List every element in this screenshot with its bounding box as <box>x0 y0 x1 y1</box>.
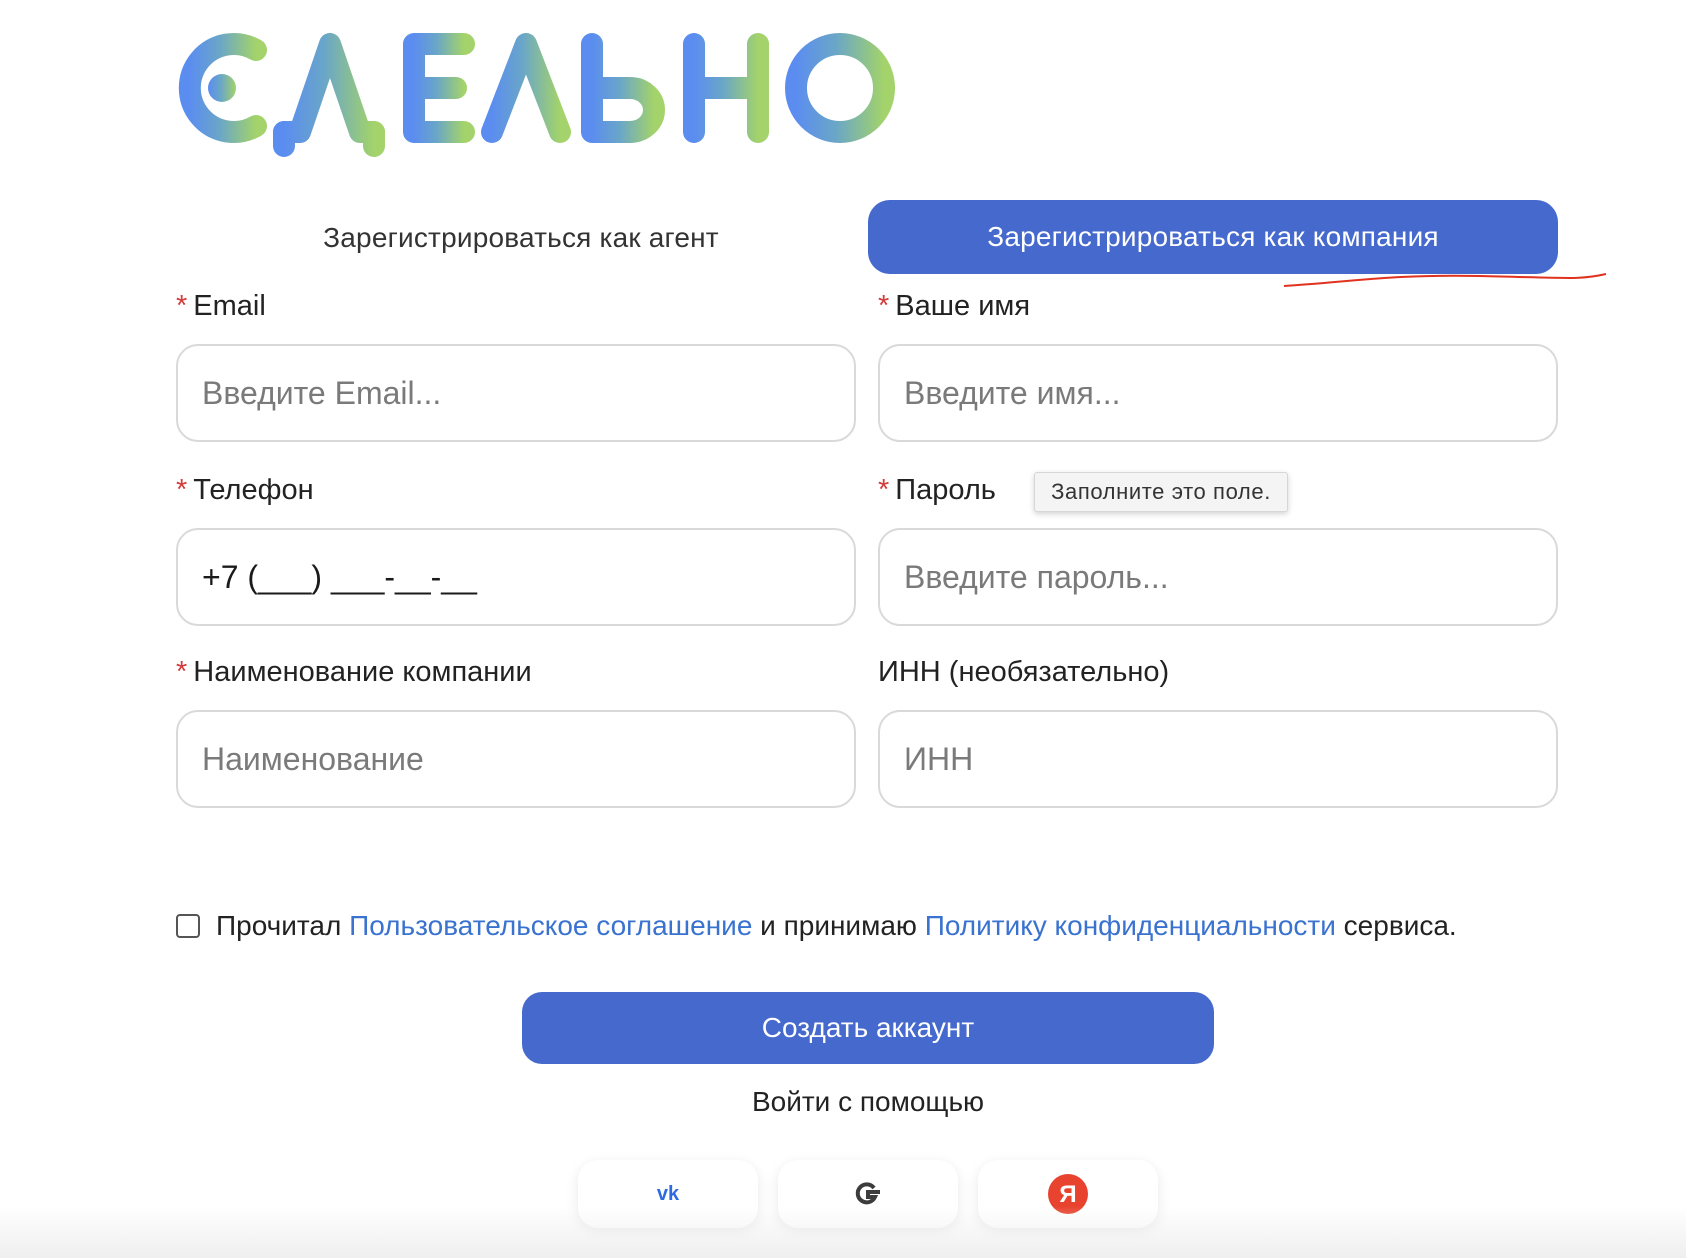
tab-register-agent[interactable]: Зарегистрироваться как агент <box>176 202 866 274</box>
consent-text-before: Прочитал <box>216 910 342 941</box>
inn-label: ИНН (необязательно) <box>878 656 1170 688</box>
user-agreement-link[interactable]: Пользовательское соглашение <box>349 910 752 942</box>
email-field[interactable]: Введите Email... <box>176 344 856 442</box>
name-field[interactable]: Введите имя... <box>878 344 1558 442</box>
consent-checkbox[interactable] <box>176 914 200 938</box>
annotation-underline <box>1283 273 1607 287</box>
password-label: * Пароль <box>878 474 996 506</box>
vk-icon: vk <box>657 1184 680 1204</box>
name-placeholder: Введите имя... <box>904 374 1121 411</box>
phone-value: +7 (___) ___-__-__ <box>202 558 477 595</box>
svg-text:vk: vk <box>657 1184 680 1204</box>
required-mark: * <box>878 474 890 506</box>
tab-register-agent-label: Зарегистрироваться как агент <box>323 222 719 253</box>
validation-tooltip: Заполните это поле. <box>1034 472 1288 512</box>
company-name-field[interactable]: Наименование <box>176 710 856 808</box>
password-field[interactable]: Введите пароль... <box>878 528 1558 626</box>
bottom-fade <box>0 1206 1686 1258</box>
password-placeholder: Введите пароль... <box>904 558 1169 595</box>
consent-text-after: сервиса. <box>1343 910 1457 941</box>
required-mark: * <box>176 656 188 688</box>
phone-label: * Телефон <box>176 474 314 506</box>
required-mark: * <box>176 290 188 322</box>
consent-text-middle: и принимаю <box>760 910 917 941</box>
email-label: * Email <box>176 290 266 322</box>
create-account-button[interactable]: Создать аккаунт <box>522 992 1214 1064</box>
privacy-policy-link[interactable]: Политику конфиденциальности <box>925 910 1336 942</box>
inn-placeholder: ИНН <box>904 740 974 777</box>
required-mark: * <box>176 474 188 506</box>
create-account-label: Создать аккаунт <box>761 1012 975 1043</box>
login-with-label: Войти с помощью <box>751 1086 985 1117</box>
svg-text:Я: Я <box>1059 1181 1076 1208</box>
company-name-label: * Наименование компании <box>176 656 532 688</box>
company-name-placeholder: Наименование <box>202 740 424 777</box>
brand-logo <box>178 33 895 157</box>
tab-register-company[interactable]: Зарегистрироваться как компания <box>868 200 1558 274</box>
tab-register-company-label: Зарегистрироваться как компания <box>987 221 1439 252</box>
inn-field[interactable]: ИНН <box>878 710 1558 808</box>
email-placeholder: Введите Email... <box>202 374 442 411</box>
name-label: * Ваше имя <box>878 290 1031 322</box>
required-mark: * <box>878 290 890 322</box>
phone-field[interactable]: +7 (___) ___-__-__ <box>176 528 856 626</box>
consent-row: Прочитал Пользовательское соглашение и п… <box>176 906 1457 946</box>
